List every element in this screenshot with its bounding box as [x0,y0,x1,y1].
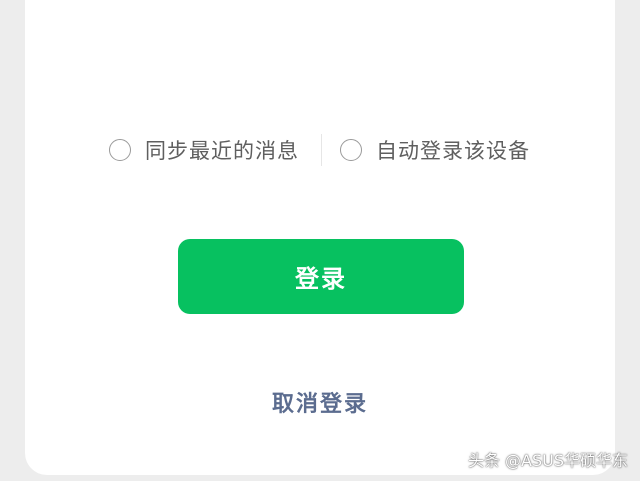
login-button[interactable]: 登录 [178,239,464,314]
radio-unchecked-icon[interactable] [340,139,362,161]
auto-login-device-option[interactable]: 自动登录该设备 [340,132,530,168]
options-divider [321,134,322,166]
cancel-login-link[interactable]: 取消登录 [0,386,640,418]
watermark-text: 头条 @ASUS华硕华东 [467,451,628,470]
auto-login-device-label: 自动登录该设备 [376,139,530,163]
radio-unchecked-icon[interactable] [109,139,131,161]
sync-recent-messages-label: 同步最近的消息 [145,139,299,163]
login-options: 同步最近的消息 自动登录该设备 [0,132,640,168]
sync-recent-messages-option[interactable]: 同步最近的消息 [109,132,299,168]
